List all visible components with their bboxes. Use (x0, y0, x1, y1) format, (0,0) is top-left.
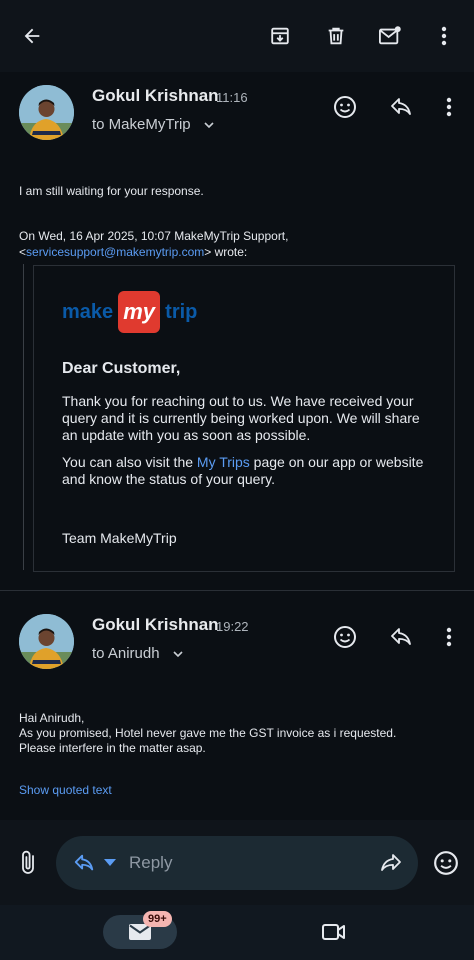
sender-name: Gokul Krishnan (92, 615, 219, 634)
quote-header-close: > wrote: (204, 245, 248, 259)
show-quoted-text-link[interactable]: Show quoted text (19, 783, 112, 798)
message-time: 11:16 (216, 90, 248, 105)
reply-icon[interactable] (384, 620, 418, 654)
top-app-bar (0, 0, 474, 72)
reply-icon[interactable] (384, 90, 418, 124)
trash-icon[interactable] (318, 18, 354, 54)
message-body: I am still waiting for your response. (19, 184, 204, 198)
arrow-back-icon[interactable] (14, 18, 50, 54)
message-more-icon[interactable] (432, 620, 466, 654)
logo-text-make: make (62, 300, 114, 323)
mail-unread-icon[interactable] (372, 18, 408, 54)
quote-header-open: < (19, 245, 27, 259)
avatar[interactable] (19, 85, 74, 140)
recipient-line[interactable]: to MakeMyTrip (92, 116, 215, 133)
sender-name: Gokul Krishnan (92, 86, 219, 105)
greeting: Dear Customer, (62, 360, 181, 377)
para1-line3: an update with you as soon as possible. (62, 427, 311, 443)
para1-line1: Thank you for reaching out to us. We hav… (62, 393, 414, 409)
reply-placeholder: Reply (129, 853, 173, 872)
message-more-icon[interactable] (432, 90, 466, 124)
para2-line1: You can also visit the My Trips page on … (62, 454, 423, 471)
meet-video-icon[interactable] (318, 917, 350, 947)
recipient-label: to MakeMyTrip (92, 116, 191, 133)
recipient-label: to Anirudh (92, 645, 160, 662)
bottom-nav (0, 905, 474, 960)
signoff: Team MakeMyTrip (62, 530, 177, 546)
quote-header-line2: <servicesupport@makemytrip.com> wrote: (19, 245, 247, 260)
mail-badge: 99+ (143, 911, 172, 927)
chevron-down-icon (173, 651, 183, 658)
message-body-line3: Please interfere in the matter asap. (19, 741, 206, 755)
emoji-react-icon[interactable] (328, 620, 362, 654)
makemytrip-logo: make my trip (62, 291, 197, 333)
forward-icon[interactable] (376, 849, 406, 877)
emoji-react-icon[interactable] (328, 90, 362, 124)
emoji-icon[interactable] (430, 847, 462, 879)
caret-down-icon[interactable] (101, 855, 119, 871)
archive-icon[interactable] (262, 18, 298, 54)
quote-email-link[interactable]: servicesupport@makemytrip.com (26, 245, 204, 259)
reply-mode-icon[interactable] (70, 850, 98, 876)
logo-badge: my (118, 291, 161, 333)
recipient-line[interactable]: to Anirudh (92, 645, 184, 662)
para2-line2: and know the status of your query. (62, 471, 275, 487)
more-vert-icon[interactable] (426, 18, 462, 54)
my-trips-link[interactable]: My Trips (197, 454, 250, 470)
chevron-down-icon (204, 122, 214, 129)
message-divider (0, 590, 474, 591)
attachment-icon[interactable] (12, 846, 44, 880)
message-body-line2: As you promised, Hotel never gave me the… (19, 726, 397, 740)
quote-header-line1: On Wed, 16 Apr 2025, 10:07 MakeMyTrip Su… (19, 229, 289, 243)
logo-text-trip: trip (165, 300, 198, 323)
message-time: 19:22 (216, 619, 249, 634)
para1-line2: query and it is currently being worked u… (62, 410, 420, 426)
avatar[interactable] (19, 614, 74, 669)
message-body-line1: Hai Anirudh, (19, 711, 85, 725)
quote-divider (23, 264, 24, 570)
para2-post: page on our app or website (249, 454, 424, 470)
para2-pre: You can also visit the (62, 454, 197, 470)
logo-text-my: my (123, 299, 156, 324)
